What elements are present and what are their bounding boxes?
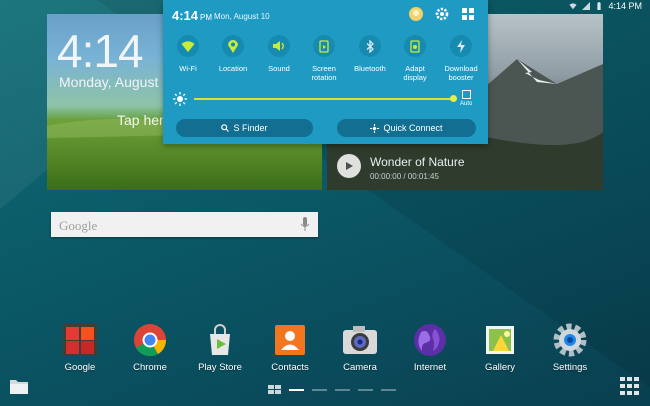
app-label: Gallery [484,362,516,373]
home-pages-icon[interactable] [268,385,281,395]
app-contacts[interactable]: Contacts [260,322,320,373]
settings-icon[interactable] [434,6,450,22]
panel-time-ampm: PM [200,13,213,22]
brightness-row: Auto [163,88,488,110]
s-finder-button[interactable]: S Finder [176,119,313,137]
wifi-icon [177,35,199,57]
quick-connect-button[interactable]: Quick Connect [337,119,476,137]
adapt-display-icon [404,35,426,57]
app-label: Camera [343,362,377,373]
app-label: Chrome [133,362,167,373]
bluetooth-icon [359,35,381,57]
page-dot[interactable] [312,389,327,391]
qs-adapt-display[interactable]: Adapt display [393,35,437,82]
battery-icon [597,2,602,10]
settings-icon [552,322,588,358]
contacts-icon [272,322,308,358]
panel-time: 4:14 PM [172,8,212,23]
qs-label: Sound [268,64,290,73]
app-label: Contacts [271,362,309,373]
page-dot[interactable] [358,389,373,391]
app-label: Play Store [198,362,242,373]
page-dot[interactable] [289,389,304,391]
panel-time-value: 4:14 [172,8,199,23]
app-chrome[interactable]: Chrome [120,322,180,373]
play-icon [346,162,353,170]
qs-wifi[interactable]: Wi-Fi [166,35,210,73]
page-dot[interactable] [381,389,396,391]
qs-label: Bluetooth [354,64,386,73]
search-input[interactable] [57,215,291,236]
signal-icon [582,2,591,10]
video-time: 00:00:00 / 00:01:45 [370,172,439,181]
qs-label: Screen rotation [311,64,337,82]
apps-grid-icon[interactable] [620,377,640,395]
wifi-icon [569,3,578,10]
quick-connect-icon [370,123,380,133]
page-indicator [268,385,396,395]
google-search-bar[interactable] [51,212,318,237]
app-label: Google [64,362,96,373]
qs-screen-rotation[interactable]: Screen rotation [302,35,346,82]
qs-location[interactable]: Location [211,35,255,73]
play-store-icon [202,322,238,358]
qs-download-booster[interactable]: Download booster [439,35,483,82]
app-internet[interactable]: Internet [400,322,460,373]
app-google[interactable]: Google [50,322,110,373]
profile-icon[interactable] [408,6,424,22]
brightness-slider[interactable] [194,98,452,100]
sound-icon [268,35,290,57]
auto-brightness-checkbox[interactable] [462,90,471,99]
app-gallery[interactable]: Gallery [470,322,530,373]
video-title: Wonder of Nature [370,155,465,169]
qs-bluetooth[interactable]: Bluetooth [348,35,392,73]
notification-panel: 4:14 PM Mon, August 10 Wi-Fi Location Sou… [163,0,488,144]
qs-label: Location [218,64,248,73]
panel-header: 4:14 PM Mon, August 10 [163,0,488,30]
app-camera[interactable]: Camera [330,322,390,373]
rotation-icon [313,35,335,57]
s-finder-label: S Finder [233,123,268,133]
app-label: Settings [552,362,588,373]
download-booster-icon [450,35,472,57]
camera-icon [342,322,378,358]
clock-date: Monday, August 10 [59,74,178,90]
folder-icon[interactable] [9,377,29,395]
page-dot[interactable] [335,389,350,391]
status-time: 4:14 PM [608,1,642,11]
google-folder-icon [62,322,98,358]
auto-brightness-label: Auto [460,101,473,107]
internet-icon [412,322,448,358]
quick-connect-label: Quick Connect [383,123,443,133]
qs-label: Wi-Fi [179,64,197,73]
grid-icon[interactable] [460,6,476,22]
gallery-icon [482,322,518,358]
status-bar-right: 4:14 PM [569,1,642,11]
app-settings[interactable]: Settings [540,322,600,373]
location-icon [222,35,244,57]
brightness-slider-knob[interactable] [450,95,457,102]
play-button[interactable] [337,154,361,178]
qs-sound[interactable]: Sound [257,35,301,73]
panel-date: Mon, August 10 [214,12,270,21]
brightness-icon [173,92,187,106]
app-play-store[interactable]: Play Store [190,322,250,373]
clock-time: 4:14 [57,25,144,77]
qs-label: Download booster [444,64,478,82]
qs-label: Adapt display [403,64,427,82]
chrome-icon [132,322,168,358]
mic-icon[interactable] [300,217,310,232]
clock-hint: Tap her [117,112,164,128]
app-label: Internet [413,362,447,373]
search-icon [221,124,230,132]
